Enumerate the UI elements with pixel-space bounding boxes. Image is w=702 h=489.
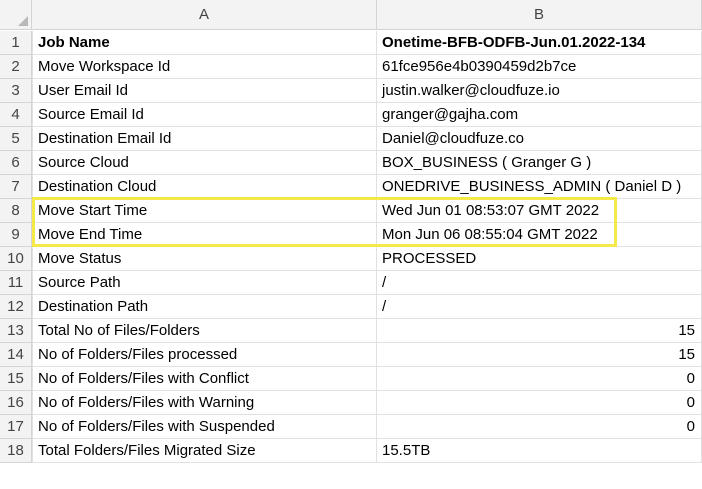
row-header[interactable]: 8 — [0, 199, 32, 223]
row-header[interactable]: 15 — [0, 367, 32, 391]
cell-label[interactable]: No of Folders/Files processed — [32, 343, 377, 367]
cell-value[interactable]: 0 — [377, 367, 702, 391]
cell-label[interactable]: Total Folders/Files Migrated Size — [32, 439, 377, 463]
table-row: 1 Job Name Onetime-BFB-ODFB-Jun.01.2022-13… — [0, 31, 702, 55]
cell-value[interactable]: granger@gajha.com — [377, 103, 702, 127]
cell-value[interactable]: Wed Jun 01 08:53:07 GMT 2022 — [377, 199, 702, 223]
cell-label[interactable]: Destination Email Id — [32, 127, 377, 151]
cell-value[interactable]: 15 — [377, 343, 702, 367]
table-row: 7 Destination Cloud ONEDRIVE_BUSINESS_ADMI… — [0, 175, 702, 199]
sheet-empty-area — [0, 463, 702, 489]
cell-label[interactable]: Source Email Id — [32, 103, 377, 127]
row-header[interactable]: 13 — [0, 319, 32, 343]
row-header[interactable]: 9 — [0, 223, 32, 247]
table-row: 14 No of Folders/Files processed 15 — [0, 343, 702, 367]
table-row: 10 Move Status PROCESSED — [0, 247, 702, 271]
row-header[interactable]: 17 — [0, 415, 32, 439]
cell-value[interactable]: 61fce956e4b0390459d2b7ce — [377, 55, 702, 79]
table-row: 13 Total No of Files/Folders 15 — [0, 319, 702, 343]
cell-label[interactable]: Move Start Time — [32, 199, 377, 223]
cell-label[interactable]: No of Folders/Files with Warning — [32, 391, 377, 415]
table-row: 3 User Email Id justin.walker@cloudfuze.io — [0, 79, 702, 103]
sheet-rows: 1 Job Name Onetime-BFB-ODFB-Jun.01.2022-13… — [0, 31, 702, 463]
cell-label[interactable]: Total No of Files/Folders — [32, 319, 377, 343]
table-row: 5 Destination Email Id Daniel@cloudfuze.co — [0, 127, 702, 151]
cell-value[interactable]: 0 — [377, 415, 702, 439]
row-header[interactable]: 4 — [0, 103, 32, 127]
cell-label[interactable]: No of Folders/Files with Suspended — [32, 415, 377, 439]
table-row: 16 No of Folders/Files with Warning 0 — [0, 391, 702, 415]
cell-label[interactable]: Destination Cloud — [32, 175, 377, 199]
cell-value[interactable]: justin.walker@cloudfuze.io — [377, 79, 702, 103]
cell-label[interactable]: User Email Id — [32, 79, 377, 103]
cell-value[interactable]: Onetime-BFB-ODFB-Jun.01.2022-134 — [377, 31, 702, 55]
column-header-a[interactable]: A — [32, 0, 377, 30]
cell-label[interactable]: Job Name — [32, 31, 377, 55]
row-header[interactable]: 2 — [0, 55, 32, 79]
row-header[interactable]: 14 — [0, 343, 32, 367]
select-all-triangle-icon — [18, 16, 28, 26]
cell-label[interactable]: Move Status — [32, 247, 377, 271]
row-header[interactable]: 1 — [0, 31, 32, 55]
cell-value[interactable]: PROCESSED — [377, 247, 702, 271]
table-row: 4 Source Email Id granger@gajha.com — [0, 103, 702, 127]
table-row: 12 Destination Path / — [0, 295, 702, 319]
row-header[interactable]: 10 — [0, 247, 32, 271]
row-header[interactable]: 16 — [0, 391, 32, 415]
cell-value[interactable]: Daniel@cloudfuze.co — [377, 127, 702, 151]
table-row: 6 Source Cloud BOX_BUSINESS ( Granger G ) — [0, 151, 702, 175]
select-all-corner[interactable] — [0, 0, 32, 30]
cell-value[interactable]: 15 — [377, 319, 702, 343]
spreadsheet: A B 1 Job Name Onetime-BFB-ODFB-Jun.01.202… — [0, 0, 702, 489]
row-header[interactable]: 18 — [0, 439, 32, 463]
row-header[interactable]: 3 — [0, 79, 32, 103]
cell-value[interactable]: ONEDRIVE_BUSINESS_ADMIN ( Daniel D ) — [377, 175, 702, 199]
table-row: 9 Move End Time Mon Jun 06 08:55:04 GMT 20… — [0, 223, 702, 247]
row-header[interactable]: 6 — [0, 151, 32, 175]
cell-value[interactable]: Mon Jun 06 08:55:04 GMT 2022 — [377, 223, 702, 247]
cell-value[interactable]: BOX_BUSINESS ( Granger G ) — [377, 151, 702, 175]
cell-value[interactable]: 15.5TB — [377, 439, 702, 463]
cell-label[interactable]: Move Workspace Id — [32, 55, 377, 79]
cell-label[interactable]: Destination Path — [32, 295, 377, 319]
cell-label[interactable]: Source Cloud — [32, 151, 377, 175]
table-row: 17 No of Folders/Files with Suspended 0 — [0, 415, 702, 439]
table-row: 2 Move Workspace Id 61fce956e4b0390459d2b7… — [0, 55, 702, 79]
table-row: 18 Total Folders/Files Migrated Size 15.5T… — [0, 439, 702, 463]
row-header[interactable]: 11 — [0, 271, 32, 295]
row-header[interactable]: 12 — [0, 295, 32, 319]
row-header[interactable]: 7 — [0, 175, 32, 199]
table-row: 15 No of Folders/Files with Conflict 0 — [0, 367, 702, 391]
cell-value[interactable]: 0 — [377, 391, 702, 415]
cell-value[interactable]: / — [377, 295, 702, 319]
cell-label[interactable]: No of Folders/Files with Conflict — [32, 367, 377, 391]
table-row: 8 Move Start Time Wed Jun 01 08:53:07 GMT … — [0, 199, 702, 223]
cell-label[interactable]: Source Path — [32, 271, 377, 295]
cell-label[interactable]: Move End Time — [32, 223, 377, 247]
cell-value[interactable]: / — [377, 271, 702, 295]
table-row: 11 Source Path / — [0, 271, 702, 295]
row-header[interactable]: 5 — [0, 127, 32, 151]
column-header-b[interactable]: B — [377, 0, 702, 30]
